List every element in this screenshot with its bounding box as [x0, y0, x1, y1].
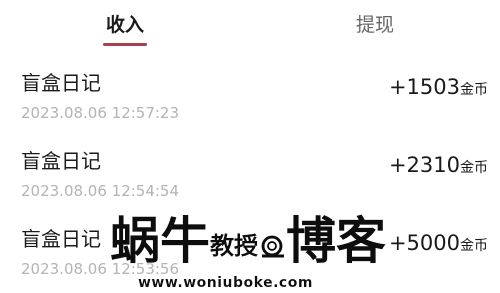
- record-title: 盲盒日记: [21, 149, 101, 173]
- list-item[interactable]: 盲盒日记 2023.08.06 12:57:23 +1503金币: [0, 70, 500, 146]
- record-time: 2023.08.06 12:53:56: [21, 260, 180, 278]
- record-amount: +5000金币: [389, 230, 488, 259]
- income-records-screen: 收入 提现 盲盒日记 2023.08.06 12:57:23 +1503金币 盲…: [0, 0, 500, 293]
- record-amount-unit: 金币: [460, 82, 488, 98]
- record-amount-unit: 金币: [460, 160, 488, 176]
- record-title: 盲盒日记: [21, 227, 101, 251]
- record-amount: +2310金币: [389, 152, 488, 181]
- record-amount-value: +2310: [388, 153, 460, 177]
- record-amount: +1503金币: [389, 74, 488, 103]
- record-amount-value: +5000: [388, 231, 460, 255]
- record-title: 盲盒日记: [21, 71, 101, 95]
- list-item[interactable]: 盲盒日记 2023.08.06 12:54:54 +2310金币: [0, 148, 500, 224]
- record-list: 盲盒日记 2023.08.06 12:57:23 +1503金币 盲盒日记 20…: [0, 0, 500, 293]
- list-item[interactable]: 盲盒日记 2023.08.06 12:53:56 +5000金币: [0, 226, 500, 293]
- record-time: 2023.08.06 12:54:54: [21, 182, 180, 200]
- record-amount-unit: 金币: [460, 238, 488, 254]
- record-time: 2023.08.06 12:57:23: [21, 104, 180, 122]
- record-amount-value: +1503: [388, 75, 460, 99]
